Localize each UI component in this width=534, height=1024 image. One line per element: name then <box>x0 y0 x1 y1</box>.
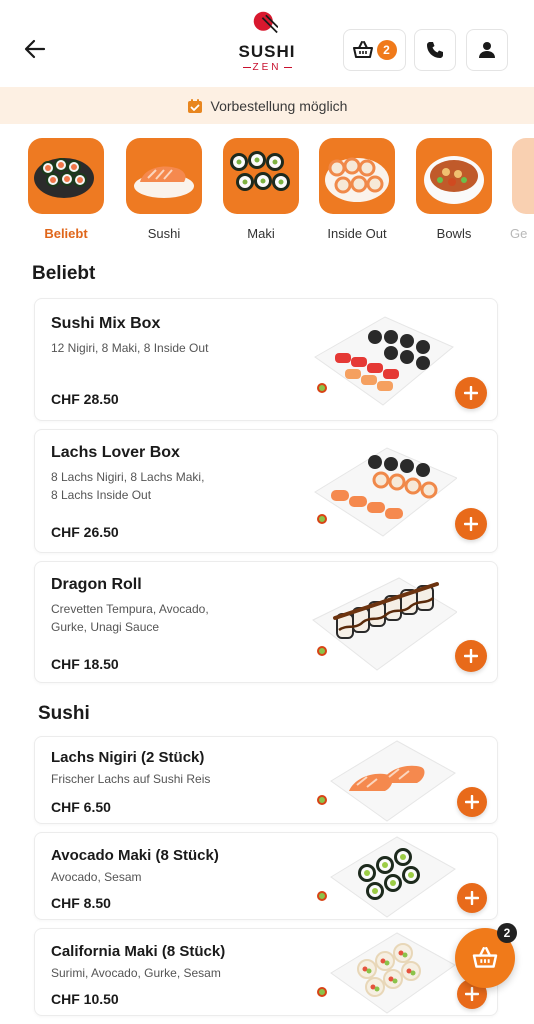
product-card[interactable]: California Maki (8 Stück) Surimi, Avocad… <box>34 928 498 1016</box>
logo-subtitle: ZEN <box>232 62 302 73</box>
product-description: 12 Nigiri, 8 Maki, 8 Inside Out <box>51 341 209 355</box>
add-to-cart-button[interactable] <box>455 377 487 409</box>
add-to-cart-button[interactable] <box>457 787 487 817</box>
product-name: Lachs Nigiri (2 Stück) <box>51 749 205 766</box>
category-label: Sushi <box>147 226 181 241</box>
veg-indicator-icon <box>317 514 327 524</box>
product-price: CHF 26.50 <box>51 524 119 540</box>
product-price: CHF 18.50 <box>51 656 119 672</box>
product-description: Surimi, Avocado, Gurke, Sesam <box>51 966 221 980</box>
veg-indicator-icon <box>317 383 327 393</box>
plus-icon <box>464 517 478 531</box>
product-name: Lachs Lover Box <box>51 444 180 461</box>
category-bowls[interactable]: Bowls <box>414 138 494 241</box>
product-image <box>314 316 454 406</box>
add-to-cart-button[interactable] <box>455 640 487 672</box>
plus-icon <box>465 987 479 1001</box>
product-price: CHF 28.50 <box>51 391 119 407</box>
add-to-cart-button[interactable] <box>457 883 487 913</box>
product-name: Avocado Maki (8 Stück) <box>51 847 219 864</box>
app-header: SUSHI ZEN 2 <box>0 0 534 88</box>
category-getraenke[interactable]: Ge <box>510 138 534 241</box>
logo[interactable]: SUSHI ZEN <box>232 8 302 73</box>
plus-icon <box>464 386 478 400</box>
product-price: CHF 6.50 <box>51 799 111 815</box>
category-inside-out[interactable]: Inside Out <box>317 138 397 241</box>
category-bar: Beliebt Sushi Maki Inside Out Bowls Ge <box>0 138 534 248</box>
category-label: Maki <box>247 226 275 241</box>
product-card[interactable]: Lachs Lover Box 8 Lachs Nigiri, 8 Lachs … <box>34 429 498 553</box>
category-image <box>512 138 534 214</box>
category-label: Ge <box>510 226 528 241</box>
product-price: CHF 8.50 <box>51 895 111 911</box>
calendar-check-icon <box>187 98 202 113</box>
veg-indicator-icon <box>317 987 327 997</box>
notice-text: Vorbestellung möglich <box>210 97 348 114</box>
veg-indicator-icon <box>317 891 327 901</box>
product-description: Avocado, Sesam <box>51 870 142 884</box>
floating-cart-count-badge: 2 <box>497 923 517 943</box>
section-title-beliebt: Beliebt <box>32 263 96 284</box>
product-image <box>330 836 456 918</box>
logo-sun-icon <box>253 11 278 34</box>
product-card[interactable]: Lachs Nigiri (2 Stück) Frischer Lachs au… <box>34 736 498 824</box>
product-image <box>330 740 456 822</box>
category-beliebt[interactable]: Beliebt <box>26 138 106 241</box>
preorder-notice: Vorbestellung möglich <box>0 87 534 124</box>
veg-indicator-icon <box>317 795 327 805</box>
basket-icon <box>472 947 498 968</box>
product-image <box>330 932 456 1014</box>
plus-icon <box>464 649 478 663</box>
logo-title: SUSHI <box>238 42 296 61</box>
category-image <box>223 138 299 214</box>
add-to-cart-button[interactable] <box>455 508 487 540</box>
plus-icon <box>465 891 479 905</box>
category-image <box>126 138 202 214</box>
category-image <box>416 138 492 214</box>
phone-icon <box>427 42 443 58</box>
user-icon <box>479 42 495 58</box>
product-image <box>314 447 457 537</box>
product-card[interactable]: Avocado Maki (8 Stück) Avocado, Sesam CH… <box>34 832 498 920</box>
product-card[interactable]: Dragon Roll Crevetten Tempura, Avocado, … <box>34 561 498 683</box>
product-description: Crevetten Tempura, Avocado, Gurke, Unagi… <box>51 602 209 634</box>
category-image <box>28 138 104 214</box>
basket-count-badge: 2 <box>376 40 397 60</box>
category-maki[interactable]: Maki <box>221 138 301 241</box>
category-image <box>319 138 395 214</box>
back-button[interactable] <box>20 34 50 64</box>
product-card[interactable]: Sushi Mix Box 12 Nigiri, 8 Maki, 8 Insid… <box>34 298 498 421</box>
basket-button[interactable]: 2 <box>343 29 406 71</box>
product-image <box>312 577 457 671</box>
product-name: Dragon Roll <box>51 576 142 593</box>
product-price: CHF 10.50 <box>51 991 119 1007</box>
phone-button[interactable] <box>414 29 456 71</box>
veg-indicator-icon <box>317 646 327 656</box>
section-title-sushi: Sushi <box>38 703 90 724</box>
product-description: Frischer Lachs auf Sushi Reis <box>51 772 211 786</box>
product-name: California Maki (8 Stück) <box>51 943 226 960</box>
account-button[interactable] <box>466 29 508 71</box>
product-name: Sushi Mix Box <box>51 315 161 332</box>
product-description: 8 Lachs Nigiri, 8 Lachs Maki, 8 Lachs In… <box>51 470 205 502</box>
arrow-left-icon <box>24 39 46 59</box>
category-label: Inside Out <box>327 226 387 241</box>
basket-icon <box>352 41 373 58</box>
category-label: Beliebt <box>44 226 88 241</box>
category-label: Bowls <box>436 226 472 241</box>
category-sushi[interactable]: Sushi <box>124 138 204 241</box>
plus-icon <box>465 795 479 809</box>
